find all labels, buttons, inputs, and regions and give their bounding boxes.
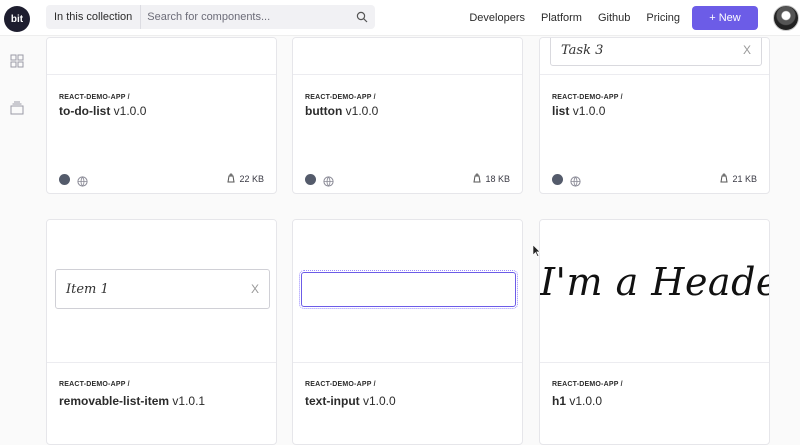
component-preview bbox=[293, 38, 522, 75]
status-dot-icon bbox=[59, 173, 70, 185]
bundle-size: 18 KB bbox=[472, 173, 510, 185]
weight-icon bbox=[719, 173, 729, 185]
component-name: text-input bbox=[305, 394, 360, 408]
preview-task-item: Task 3 X bbox=[550, 38, 762, 66]
bundle-size-value: 21 KB bbox=[732, 174, 757, 184]
component-version: v1.0.1 bbox=[172, 394, 206, 408]
weight-icon bbox=[226, 173, 236, 185]
top-bar: bit In this collection Developers Platfo… bbox=[0, 0, 800, 36]
component-card-h1[interactable]: I'm a Header REACT-DEMO-APP / h1 v1.0.0 bbox=[539, 219, 770, 445]
preview-task-text: Task 3 bbox=[561, 42, 604, 58]
card-title[interactable]: h1 v1.0.0 bbox=[552, 394, 602, 408]
component-name: removable-list-item bbox=[59, 394, 170, 408]
bundle-size-value: 22 KB bbox=[239, 174, 264, 184]
card-footer: 22 KB bbox=[59, 172, 264, 187]
component-name: h1 bbox=[552, 394, 567, 408]
card-title[interactable]: text-input v1.0.0 bbox=[305, 394, 396, 408]
grid-icon[interactable] bbox=[10, 54, 24, 68]
component-card-removable-list-item[interactable]: Item 1 X REACT-DEMO-APP / removable-list… bbox=[46, 219, 277, 445]
nav-developers[interactable]: Developers bbox=[469, 12, 525, 24]
avatar[interactable] bbox=[773, 5, 799, 31]
card-title[interactable]: to-do-list v1.0.0 bbox=[59, 104, 146, 118]
collection-icon[interactable] bbox=[10, 101, 24, 115]
card-scope: REACT-DEMO-APP / bbox=[552, 381, 623, 388]
component-preview: I'm a Header bbox=[540, 220, 769, 363]
status-dot-icon bbox=[552, 173, 563, 185]
card-footer: 21 KB bbox=[552, 172, 757, 187]
card-scope: REACT-DEMO-APP / bbox=[59, 94, 130, 101]
card-title[interactable]: list v1.0.0 bbox=[552, 104, 605, 118]
component-preview: Task 3 X bbox=[540, 38, 769, 75]
globe-icon bbox=[77, 174, 88, 187]
bit-logo[interactable]: bit bbox=[4, 6, 30, 32]
card-footer: 18 KB bbox=[305, 172, 510, 187]
globe-icon bbox=[323, 174, 334, 187]
component-name: button bbox=[305, 104, 343, 118]
component-name: to-do-list bbox=[59, 104, 111, 118]
component-preview bbox=[47, 38, 276, 75]
left-rail bbox=[0, 37, 34, 445]
card-scope: REACT-DEMO-APP / bbox=[305, 381, 376, 388]
component-version: v1.0.0 bbox=[569, 394, 603, 408]
component-name: list bbox=[552, 104, 570, 118]
top-nav: Developers Platform Github Pricing bbox=[469, 0, 680, 36]
preview-header-text: I'm a Header bbox=[540, 260, 769, 304]
search-bar: In this collection bbox=[46, 5, 375, 29]
card-scope: REACT-DEMO-APP / bbox=[305, 94, 376, 101]
bundle-size: 21 KB bbox=[719, 173, 757, 185]
search-scope-selector[interactable]: In this collection bbox=[46, 5, 142, 29]
bundle-size-value: 18 KB bbox=[485, 174, 510, 184]
component-card-to-do-list[interactable]: REACT-DEMO-APP / to-do-list v1.0.0 22 KB bbox=[46, 37, 277, 194]
nav-pricing[interactable]: Pricing bbox=[646, 12, 680, 24]
card-scope: REACT-DEMO-APP / bbox=[552, 94, 623, 101]
close-icon: X bbox=[742, 43, 751, 57]
new-button[interactable]: + New bbox=[692, 6, 758, 30]
card-scope: REACT-DEMO-APP / bbox=[59, 381, 130, 388]
component-preview: Item 1 X bbox=[47, 220, 276, 363]
globe-icon bbox=[570, 174, 581, 187]
card-title[interactable]: removable-list-item v1.0.1 bbox=[59, 394, 205, 408]
search-input[interactable] bbox=[141, 5, 355, 29]
search-icon[interactable] bbox=[355, 10, 369, 24]
component-card-list[interactable]: Task 3 X REACT-DEMO-APP / list v1.0.0 21… bbox=[539, 37, 770, 194]
preview-list-item: Item 1 X bbox=[55, 269, 270, 309]
close-icon: X bbox=[250, 282, 259, 296]
component-version: v1.0.0 bbox=[363, 394, 396, 408]
status-dot-icon bbox=[305, 173, 316, 185]
component-card-button[interactable]: REACT-DEMO-APP / button v1.0.0 18 KB bbox=[292, 37, 523, 194]
preview-text-input bbox=[299, 270, 518, 309]
mouse-cursor-icon bbox=[532, 244, 541, 257]
component-preview bbox=[293, 220, 522, 363]
nav-platform[interactable]: Platform bbox=[541, 12, 582, 24]
component-card-text-input[interactable]: REACT-DEMO-APP / text-input v1.0.0 bbox=[292, 219, 523, 445]
component-version: v1.0.0 bbox=[345, 104, 379, 118]
weight-icon bbox=[472, 173, 482, 185]
preview-item-text: Item 1 bbox=[66, 281, 109, 297]
card-title[interactable]: button v1.0.0 bbox=[305, 104, 378, 118]
nav-github[interactable]: Github bbox=[598, 12, 630, 24]
component-version: v1.0.0 bbox=[113, 104, 147, 118]
component-version: v1.0.0 bbox=[572, 104, 606, 118]
bundle-size: 22 KB bbox=[226, 173, 264, 185]
